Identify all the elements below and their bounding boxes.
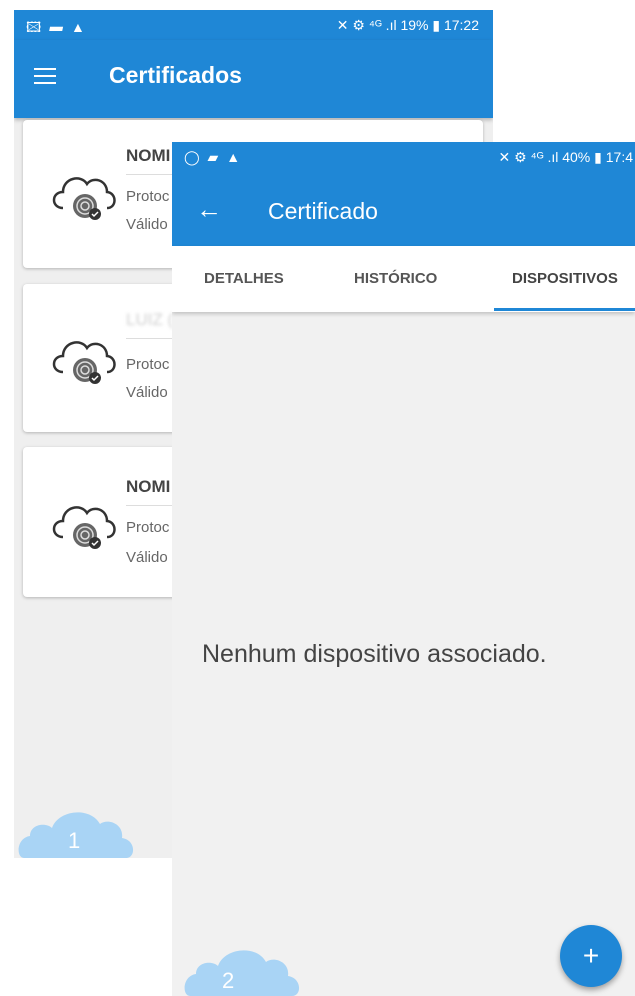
page-title: Certificado (268, 198, 378, 224)
cloud-badge-icon: 2 (184, 950, 300, 996)
certificate-protocol: Protoc (126, 519, 170, 536)
screen-number: 2 (222, 968, 234, 993)
empty-state-message: Nenhum dispositivo associado. (202, 640, 547, 668)
certificate-name: LUIZ ( (126, 310, 174, 329)
status-icons-right: ✕ ⚙ ⁴ᴳ .ıl 19% ▮ 17:22 (336, 17, 479, 33)
app-bar: ← Certificado (172, 174, 635, 246)
active-tab-indicator (494, 308, 635, 311)
screen-number: 1 (68, 828, 80, 853)
back-arrow-icon[interactable]: ← (196, 194, 222, 225)
status-bar: ◯ ▰ ▲ ✕ ⚙ ⁴ᴳ .ıl 40% ▮ 17:4 (172, 142, 635, 174)
certificate-validity: Válido (126, 216, 168, 233)
tab-detalhes[interactable]: DETALHES (204, 270, 284, 287)
tab-bar: DETALHES HISTÓRICO DISPOSITIVOS (172, 246, 635, 312)
add-device-button[interactable]: + (560, 925, 622, 987)
page-title: Certificados (109, 62, 242, 88)
screen-certificado-dispositivos: ◯ ▰ ▲ ✕ ⚙ ⁴ᴳ .ıl 40% ▮ 17:4 ← Certificad… (172, 142, 635, 996)
app-bar: Certificados (14, 40, 493, 118)
status-icons-left: 🖾 ▰ ▲ (26, 19, 87, 35)
cloud-fingerprint-icon (52, 177, 116, 220)
certificate-protocol: Protoc (126, 356, 170, 373)
status-icons-right: ✕ ⚙ ⁴ᴳ .ıl 40% ▮ 17:4 (498, 149, 633, 165)
cloud-badge-icon: 1 (18, 812, 134, 858)
tab-dispositivos[interactable]: DISPOSITIVOS (512, 270, 618, 287)
menu-icon[interactable] (34, 68, 56, 86)
certificate-protocol: Protoc (126, 188, 170, 205)
status-icons-left: ◯ ▰ ▲ (184, 149, 243, 165)
cloud-fingerprint-icon (52, 506, 116, 549)
tab-historico[interactable]: HISTÓRICO (354, 270, 437, 287)
certificate-name: NOMI (126, 146, 171, 165)
certificate-validity: Válido (126, 549, 168, 566)
status-bar: 🖾 ▰ ▲ ✕ ⚙ ⁴ᴳ .ıl 19% ▮ 17:22 (14, 10, 493, 40)
cloud-fingerprint-icon (52, 341, 116, 384)
certificate-validity: Válido (126, 384, 168, 401)
certificate-name: NOMI (126, 477, 171, 496)
